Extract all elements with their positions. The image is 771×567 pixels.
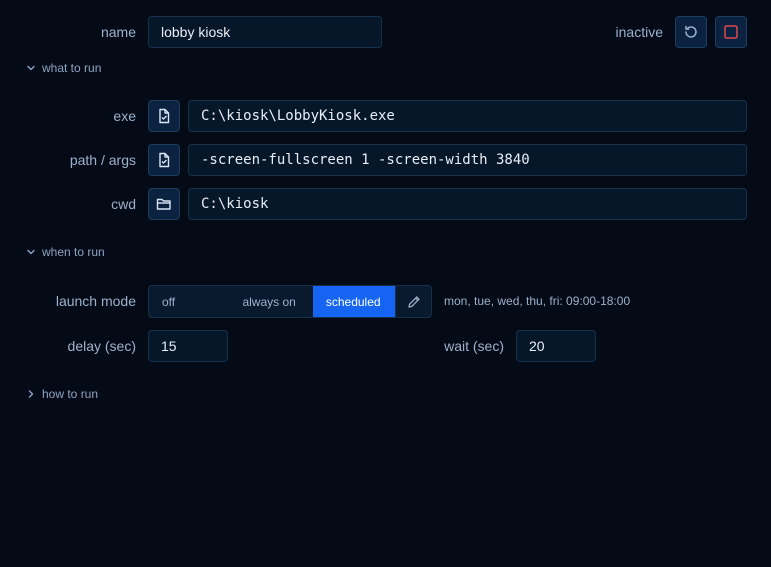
chevron-right-icon	[28, 390, 34, 398]
name-input[interactable]: lobby kiosk	[148, 16, 382, 48]
args-label: path / args	[69, 152, 136, 168]
mode-always-on[interactable]: always on	[230, 286, 312, 317]
section-when-label: when to run	[42, 245, 105, 259]
delay-label: delay (sec)	[67, 338, 136, 354]
cwd-label: cwd	[111, 196, 136, 212]
args-value: -screen-fullscreen 1 -screen-width 3840	[201, 152, 530, 168]
cwd-input[interactable]: C:\kiosk	[188, 188, 747, 220]
edit-schedule-button[interactable]	[395, 286, 431, 317]
cwd-browse-button[interactable]	[148, 188, 180, 220]
args-browse-button[interactable]	[148, 144, 180, 176]
stop-icon	[724, 25, 738, 39]
exe-value: C:\kiosk\LobbyKiosk.exe	[201, 108, 395, 124]
delay-input[interactable]: 15	[148, 330, 228, 362]
wait-input[interactable]: 20	[516, 330, 596, 362]
exe-input[interactable]: C:\kiosk\LobbyKiosk.exe	[188, 100, 747, 132]
launch-mode-label: launch mode	[55, 293, 136, 309]
schedule-summary: mon, tue, wed, thu, fri: 09:00-18:00	[444, 294, 631, 308]
wait-label: wait (sec)	[444, 338, 504, 354]
mode-off[interactable]: off	[149, 286, 230, 317]
folder-icon	[156, 198, 171, 210]
cwd-value: C:\kiosk	[201, 196, 269, 212]
mode-scheduled[interactable]: scheduled	[312, 286, 396, 317]
section-what-to-run[interactable]: what to run	[26, 61, 101, 75]
file-icon	[159, 108, 170, 124]
status-text: inactive	[615, 24, 663, 40]
reset-icon	[685, 25, 697, 38]
args-input[interactable]: -screen-fullscreen 1 -screen-width 3840	[188, 144, 747, 176]
wait-value: 20	[529, 338, 545, 354]
chevron-down-icon	[27, 65, 35, 71]
file-icon	[159, 152, 170, 168]
section-how-to-run[interactable]: how to run	[26, 387, 98, 401]
exe-browse-button[interactable]	[148, 100, 180, 132]
name-label: name	[100, 24, 136, 40]
chevron-down-icon	[27, 249, 35, 255]
name-value: lobby kiosk	[161, 24, 231, 40]
delay-value: 15	[161, 338, 177, 354]
pencil-icon	[407, 295, 420, 308]
launch-mode-segmented: off always on scheduled	[148, 285, 432, 318]
reset-button[interactable]	[675, 16, 707, 48]
section-when-to-run[interactable]: when to run	[26, 245, 105, 259]
section-how-label: how to run	[42, 387, 99, 401]
stop-button[interactable]	[715, 16, 747, 48]
section-what-label: what to run	[42, 61, 102, 75]
exe-label: exe	[113, 108, 136, 124]
